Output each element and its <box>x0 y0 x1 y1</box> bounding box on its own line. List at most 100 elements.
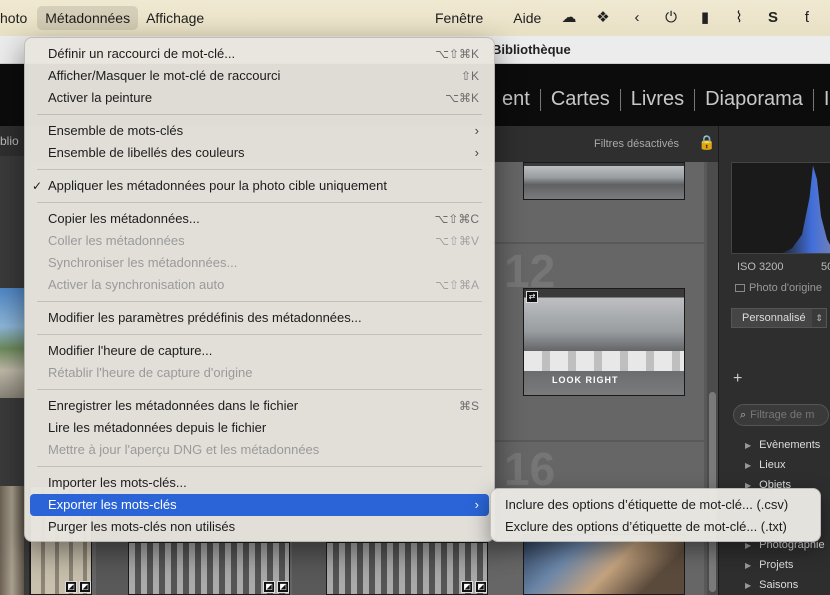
grid-cell[interactable]: ◩ ◩ <box>326 542 490 595</box>
module-book[interactable]: Livres <box>621 88 694 111</box>
thumbnail[interactable] <box>523 162 685 200</box>
edit-badge-icon: ◩ <box>263 581 275 593</box>
menu-item-sync-metadata: Synchroniser les métadonnées... <box>48 255 238 270</box>
thumbnail[interactable]: ◩ ◩ <box>128 542 290 595</box>
menu-item-keyword-set[interactable]: Ensemble de mots-clés › <box>25 120 494 142</box>
menu-item-revert-capture-time: Rétablir l'heure de capture d'origine <box>48 365 253 380</box>
thumbnail[interactable] <box>0 288 24 398</box>
export-keywords-submenu: Inclure des options d’étiquette de mot-c… <box>490 488 821 542</box>
menubar: hoto Métadonnées Affichage Fenêtre Aide … <box>0 0 830 36</box>
keyword-filter-input[interactable]: ⌕ Filtrage de m <box>733 404 829 426</box>
menu-item-enable-painter[interactable]: Activer la peinture ⌥⌘K <box>25 87 494 109</box>
shortcut-label: ⇧K <box>460 69 479 83</box>
shortcut-label: ⌥⇧⌘A <box>435 278 479 292</box>
original-photo-toggle[interactable]: Photo d'origine <box>735 282 822 294</box>
edit-badge-icon: ◩ <box>475 581 487 593</box>
shortcut-label: ⌥⇧⌘K <box>435 47 479 61</box>
t-app-icon[interactable]: ƭ <box>790 6 824 30</box>
menu-item-export-keywords[interactable]: Exporter les mots-clés › <box>30 494 489 516</box>
keyword-label: Projets <box>759 559 794 571</box>
menu-item-read-metadata[interactable]: Lire les métadonnées depuis le fichier <box>25 417 494 439</box>
edit-badge-icon: ◩ <box>277 581 289 593</box>
menubar-window[interactable]: Fenêtre <box>427 6 491 30</box>
shortcut-label: ⌥⇧⌘V <box>435 234 479 248</box>
preset-select[interactable]: Personnalisé ⇕ <box>731 308 827 328</box>
shortcut-label: ⌥⌘K <box>445 91 479 105</box>
edit-badge-icon: ◩ <box>79 581 91 593</box>
menu-separator <box>37 202 482 203</box>
chevron-right-icon: › <box>474 497 479 512</box>
keyword-filter-placeholder: Filtrage de m <box>750 409 815 421</box>
filter-status[interactable]: Filtres désactivés <box>594 138 679 150</box>
disclosure-triangle-icon[interactable]: ▶ <box>745 441 751 450</box>
dropbox-icon[interactable]: ❖ <box>586 6 620 30</box>
menubar-help[interactable]: Aide <box>505 6 549 30</box>
shortcut-label: ⌘S <box>458 399 479 413</box>
menu-item-save-metadata[interactable]: Enregistrer les métadonnées dans le fich… <box>25 395 494 417</box>
menu-item-color-label-set[interactable]: Ensemble de libellés des couleurs › <box>25 142 494 164</box>
disclosure-triangle-icon[interactable]: ▶ <box>745 561 751 570</box>
power-icon[interactable]: ⏻ <box>654 6 688 30</box>
search-icon: ⌕ <box>740 409 747 421</box>
menu-item-edit-metadata-presets[interactable]: Modifier les paramètres prédéfinis des m… <box>25 307 494 329</box>
menu-separator <box>37 114 482 115</box>
keyword-item[interactable]: ▶ Lieux <box>745 459 785 471</box>
menu-item-import-keywords[interactable]: Importer les mots-clés... <box>25 472 494 494</box>
module-develop[interactable]: ent <box>492 88 540 111</box>
menu-item-purge-keywords[interactable]: Purger les mots-clés non utilisés <box>25 516 494 538</box>
chevron-right-icon: › <box>474 123 479 138</box>
menu-separator <box>37 466 482 467</box>
paperclip-icon[interactable]: ⌇ <box>722 6 756 30</box>
menu-item-apply-target-only[interactable]: ✓ Appliquer les métadonnées pour la photo… <box>25 175 494 197</box>
keyword-item[interactable]: ▶ Saisons <box>745 579 798 591</box>
keyword-item[interactable]: ▶ Projets <box>745 559 793 571</box>
submenu-item-exclude-txt[interactable]: Exclure des options d’étiquette de mot-c… <box>491 516 820 538</box>
module-picker: ent Cartes Livres Diaporama I <box>492 88 830 111</box>
module-print[interactable]: I <box>814 88 830 111</box>
thumbnail[interactable]: ◩ ◩ <box>326 542 488 595</box>
checkmark-icon: ✓ <box>32 179 43 193</box>
s-app-icon[interactable]: S <box>756 6 790 30</box>
menu-item-update-dng-preview: Mettre à jour l'aperçu DNG et les métado… <box>48 442 320 457</box>
shortcut-label: ⌥⇧⌘C <box>434 212 479 226</box>
metadata-menu: Définir un raccourci de mot-clé... ⌥⇧⌘K A… <box>24 37 495 542</box>
disclosure-triangle-icon[interactable]: ▶ <box>745 541 751 550</box>
menu-separator <box>37 301 482 302</box>
window-title: Bibliothèque <box>492 42 571 57</box>
menu-item-define-keyword-shortcut[interactable]: Définir un raccourci de mot-clé... ⌥⇧⌘K <box>25 43 494 65</box>
histogram-channel <box>782 165 830 253</box>
lock-icon[interactable]: 🔒 <box>698 134 715 151</box>
module-map[interactable]: Cartes <box>541 88 620 111</box>
cloud-icon[interactable]: ☁ <box>552 6 586 30</box>
menubar-photo[interactable]: hoto <box>0 6 35 30</box>
menu-separator <box>37 169 482 170</box>
thumbnail[interactable]: ⇄ LOOK RIGHT <box>523 288 685 396</box>
module-slideshow[interactable]: Diaporama <box>695 88 813 111</box>
histogram <box>731 162 830 254</box>
grid-cell[interactable]: ◩ ◩ <box>128 542 292 595</box>
menubar-view[interactable]: Affichage <box>138 6 212 30</box>
menu-item-edit-capture-time[interactable]: Modifier l'heure de capture... <box>25 340 494 362</box>
menu-item-copy-metadata[interactable]: Copier les métadonnées... ⌥⇧⌘C <box>25 208 494 230</box>
plus-icon[interactable]: + <box>733 370 742 388</box>
edit-badge-icon: ◩ <box>65 581 77 593</box>
checkbox-icon[interactable] <box>735 284 745 292</box>
keyword-label: Evènements <box>759 439 821 451</box>
disclosure-triangle-icon[interactable]: ▶ <box>745 461 751 470</box>
keyword-item[interactable]: ▶ Evènements <box>745 439 820 451</box>
grid-cell[interactable] <box>490 162 704 242</box>
menu-item-toggle-keyword-shortcut[interactable]: Afficher/Masquer le mot-clé de raccourci… <box>25 65 494 87</box>
disclosure-triangle-icon[interactable]: ▶ <box>745 581 751 590</box>
bookmark-icon[interactable]: ▮ <box>688 6 722 30</box>
original-photo-label: Photo d'origine <box>749 282 823 294</box>
grid-cell[interactable]: 12 ⇄ LOOK RIGHT <box>490 244 704 440</box>
preset-value: Personnalisé <box>742 312 806 324</box>
submenu-item-include-csv[interactable]: Inclure des options d’étiquette de mot-c… <box>491 494 820 516</box>
iso-value: ISO 3200 <box>737 261 784 273</box>
exposure-value: 50 <box>821 261 830 273</box>
chevron-left-icon[interactable]: ‹ <box>620 6 654 30</box>
thumbnail[interactable] <box>523 534 685 595</box>
menubar-metadata[interactable]: Métadonnées <box>37 6 139 30</box>
thumbnail[interactable] <box>0 486 24 595</box>
edit-badge-icon: ◩ <box>461 581 473 593</box>
